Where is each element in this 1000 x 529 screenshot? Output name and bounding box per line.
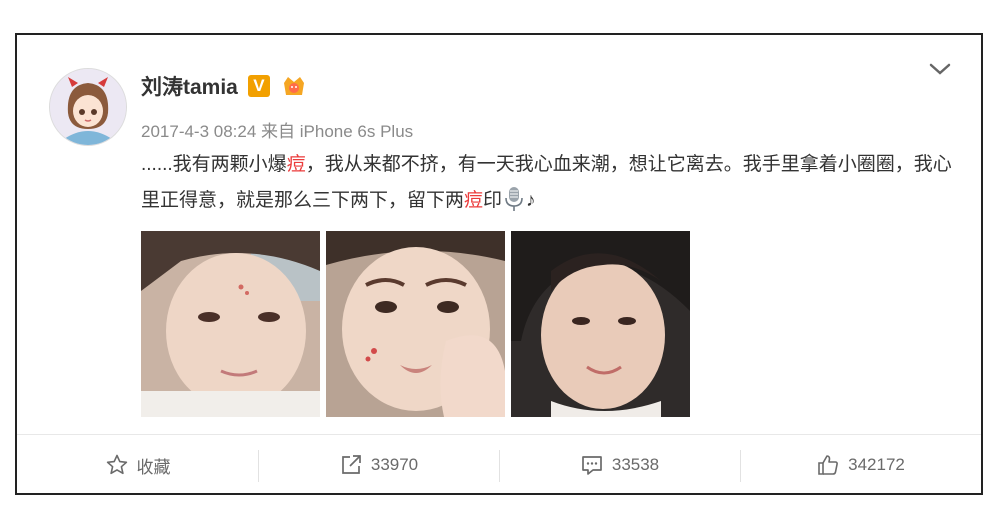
comment-button[interactable]: 33538 [499,435,740,495]
post-text-segment: ......我有两颗小爆 [141,154,287,175]
favorite-button[interactable]: 收藏 [17,435,258,495]
photo-1[interactable] [141,231,320,417]
repost-count: 33970 [370,455,419,474]
name-row: 刘涛tamia V [141,71,308,101]
star-icon [106,454,127,475]
comment-icon [582,456,602,475]
comment-count: 33538 [611,455,660,474]
verified-badge[interactable]: V [247,75,270,97]
repost-button[interactable]: 33970 [258,435,499,495]
share-icon [342,455,361,474]
photo-grid [141,231,690,417]
like-count: 342172 [848,455,905,474]
thumbs-up-icon [818,455,839,475]
photo-2[interactable] [326,231,505,417]
highlight-keyword[interactable]: 痘 [287,154,306,175]
post-text: ......我有两颗小爆痘，我从来都不挤，有一天我心血来潮，想让它离去。我手里拿… [141,147,961,219]
post-text-segment: 印 [483,190,503,211]
microphone-icon [505,187,523,211]
photo-3[interactable] [511,231,690,417]
like-button[interactable]: 342172 [740,435,981,495]
highlight-keyword[interactable]: 痘 [464,190,483,211]
avatar[interactable] [49,68,127,146]
crown-badge-icon[interactable] [280,73,308,99]
chevron-down-icon[interactable] [927,60,953,78]
action-bar: 收藏 33970 33538 342172 [17,435,981,495]
post-meta[interactable]: 2017-4-3 08:24 来自 iPhone 6s Plus [141,117,413,142]
username[interactable]: 刘涛tamia [141,71,238,101]
music-note: ♪ [526,190,536,211]
weibo-post-card: 刘涛tamia V 2017-4-3 08:24 来自 iPhone 6s Pl… [15,33,983,495]
favorite-label: 收藏 [136,457,171,477]
